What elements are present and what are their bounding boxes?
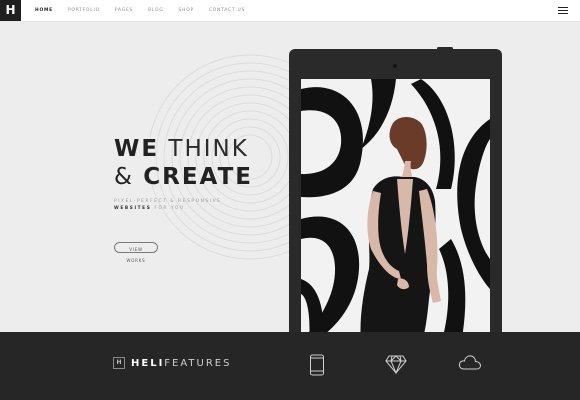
brand-text: HELIFEATURES: [131, 358, 231, 369]
brand-features: FEATURES: [164, 357, 232, 369]
subtitle-line-2: WEBSITES FOR YOU.: [114, 205, 253, 212]
site-logo[interactable]: H: [0, 0, 21, 21]
top-header: H Home Portfolio Pages Blog Shop Contact…: [0, 0, 580, 22]
features-footer: H HELIFEATURES: [0, 332, 580, 400]
headline-line-1: WE THINK: [114, 135, 253, 163]
subtitle-websites: WEBSITES: [114, 206, 152, 211]
tablet-screen-photo: [301, 79, 490, 332]
main-nav: Home Portfolio Pages Blog Shop Contact U…: [35, 0, 245, 21]
subtitle-for-you: FOR YOU.: [154, 206, 188, 211]
mobile-device-icon[interactable]: [309, 354, 325, 376]
brand-heli: HELI: [131, 357, 165, 369]
heli-features-brand: H HELIFEATURES: [113, 357, 231, 369]
cloud-icon[interactable]: [458, 354, 482, 372]
headline-ampersand: &: [114, 164, 134, 190]
brand-box-icon: H: [113, 357, 125, 369]
hero-headline-block: WE THINK & CREATE PIXEL-PERFECT & RESPON…: [114, 135, 253, 212]
diamond-icon[interactable]: [385, 354, 407, 374]
subtitle-line-1: PIXEL-PERFECT & RESPONSIVE: [114, 199, 222, 204]
headline-line-2: & CREATE: [114, 163, 253, 191]
nav-blog[interactable]: Blog: [148, 8, 163, 13]
view-works-button[interactable]: VIEW WORKS: [114, 242, 158, 263]
tablet-camera: [393, 64, 397, 68]
headline-create: CREATE: [143, 164, 253, 190]
nav-home[interactable]: Home: [35, 8, 53, 13]
hero-subtitle: PIXEL-PERFECT & RESPONSIVE WEBSITES FOR …: [114, 198, 253, 212]
tablet-power-button: [437, 47, 453, 50]
nav-pages[interactable]: Pages: [115, 8, 133, 13]
nav-shop[interactable]: Shop: [179, 8, 194, 13]
nav-portfolio[interactable]: Portfolio: [68, 8, 100, 13]
hero-section: WE THINK & CREATE PIXEL-PERFECT & RESPON…: [0, 22, 580, 332]
nav-contact-us[interactable]: Contact Us: [209, 8, 245, 13]
headline-we: WE: [114, 136, 160, 162]
hamburger-menu-icon[interactable]: [558, 7, 568, 15]
tablet-mockup: [289, 47, 502, 332]
headline-think: THINK: [168, 136, 249, 162]
fashion-photo-illustration: [301, 79, 490, 332]
